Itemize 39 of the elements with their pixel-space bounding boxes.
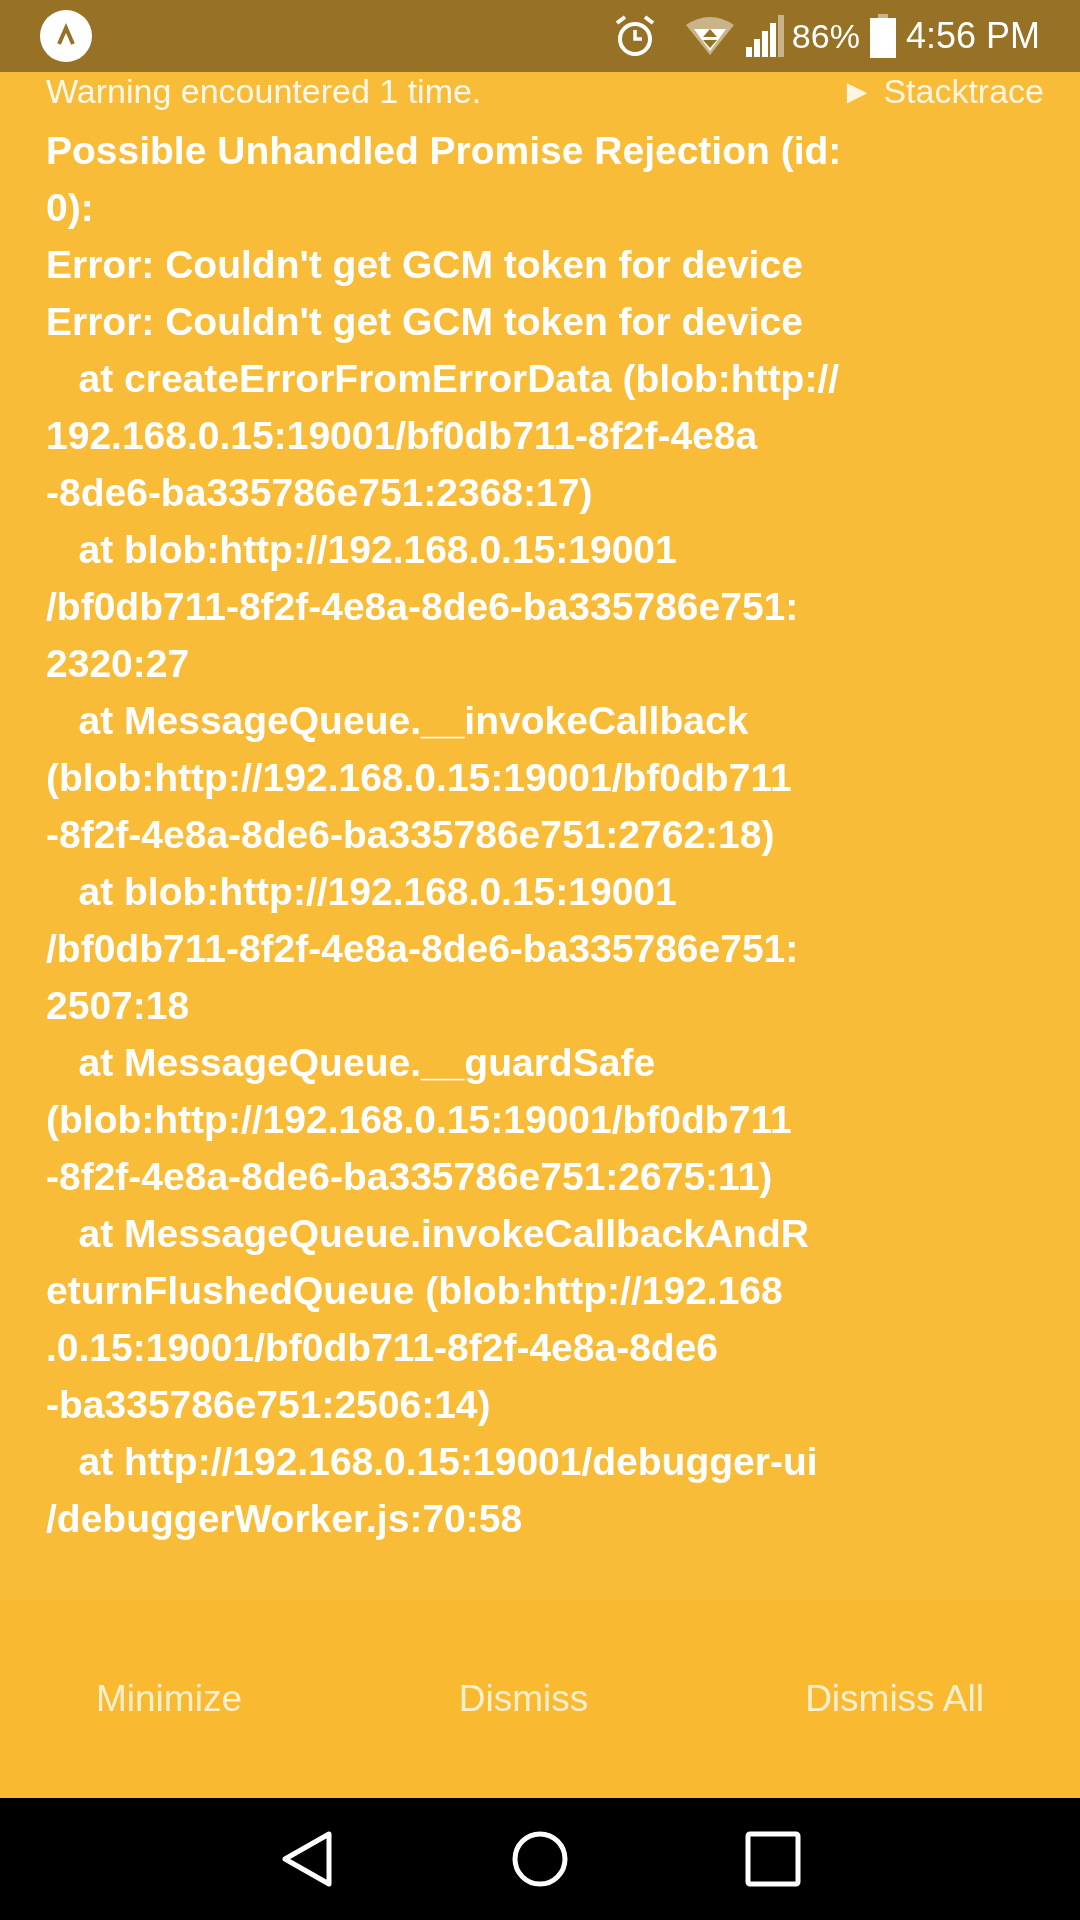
error-message-line: Error: Couldn't get GCM token for device <box>46 242 803 288</box>
warning-count-text: Warning encountered 1 time. <box>46 70 482 112</box>
error-message-line: at http://192.168.0.15:19001/debugger-ui <box>77 1439 818 1485</box>
alarm-icon <box>613 14 656 58</box>
error-message-line: at blob:http://192.168.0.15:19001 <box>77 527 677 573</box>
battery-icon <box>869 14 896 58</box>
error-message-line: -8de6-ba335786e751:2368:17) <box>46 470 593 516</box>
error-message-line: at MessageQueue.__invokeCallback <box>77 698 749 744</box>
error-message-line: at createErrorFromErrorData (blob:http:// <box>77 356 840 402</box>
error-message-line: -8f2f-4e8a-8de6-ba335786e751:2675:11) <box>46 1154 773 1200</box>
error-message-line: at MessageQueue.__guardSafe <box>77 1040 656 1086</box>
error-message-line: at MessageQueue.invokeCallbackAndR <box>77 1211 809 1257</box>
error-message-line: 2507:18 <box>46 983 190 1029</box>
error-message-line: (blob:http://192.168.0.15:19001/bf0db711 <box>46 1097 792 1143</box>
error-message-line: -ba335786e751:2506:14) <box>46 1382 491 1428</box>
action-button[interactable]: Minimize <box>96 1671 242 1727</box>
error-message-line: eturnFlushedQueue (blob:http://192.168 <box>46 1268 783 1314</box>
error-message-line: at blob:http://192.168.0.15:19001 <box>77 869 677 915</box>
app-logo-icon <box>40 10 92 62</box>
signal-icon <box>745 15 784 57</box>
error-message-line: (blob:http://192.168.0.15:19001/bf0db711 <box>46 755 792 801</box>
error-message-line: 192.168.0.15:19001/bf0db711-8f2f-4e8a <box>46 413 758 459</box>
error-message-line: 0): <box>46 185 94 231</box>
error-message-line: -8f2f-4e8a-8de6-ba335786e751:2762:18) <box>46 812 775 858</box>
clock-time: 4:56 PM <box>905 14 1040 58</box>
stacktrace-toggle[interactable]: ► Stacktrace <box>840 65 1044 117</box>
action-button[interactable]: Dismiss <box>458 1671 589 1727</box>
error-message-line: /debuggerWorker.js:70:58 <box>46 1496 523 1542</box>
error-message-line: /bf0db711-8f2f-4e8a-8de6-ba335786e751: <box>46 926 799 972</box>
home-icon[interactable] <box>512 1831 568 1887</box>
error-message-line: /bf0db711-8f2f-4e8a-8de6-ba335786e751: <box>46 584 799 630</box>
error-message-line: Possible Unhandled Promise Rejection (id: <box>46 128 842 174</box>
action-button[interactable]: Dismiss All <box>805 1671 984 1727</box>
error-message-line: 2320:27 <box>46 641 190 687</box>
wifi-icon <box>683 15 736 57</box>
error-message-line: Error: Couldn't get GCM token for device <box>46 299 803 345</box>
error-message-line: .0.15:19001/bf0db711-8f2f-4e8a-8de6 <box>46 1325 719 1371</box>
overview-icon[interactable] <box>745 1831 802 1887</box>
battery-percentage: 86% <box>791 15 860 57</box>
